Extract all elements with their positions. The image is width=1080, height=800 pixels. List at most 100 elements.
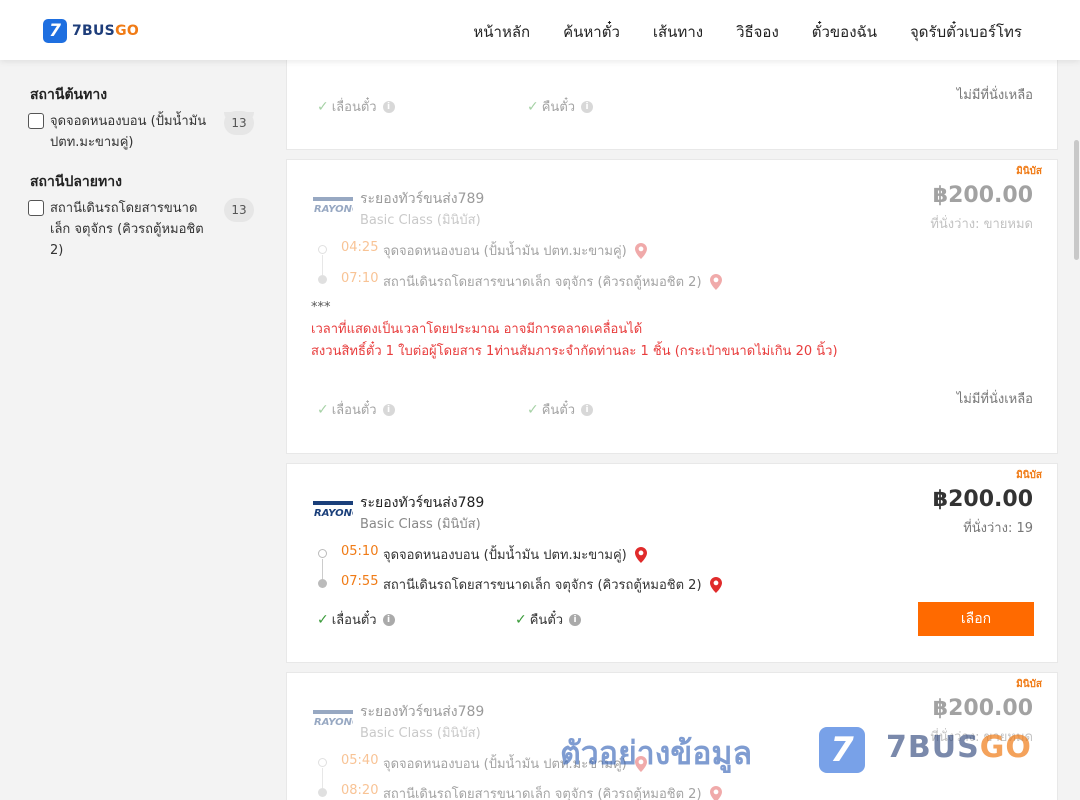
route-line bbox=[322, 768, 323, 788]
check-icon: ✓ bbox=[317, 611, 329, 628]
arrive-stop: สถานีเดินรถโดยสารขนาดเล็ก จตุจักร (คิวรถ… bbox=[383, 783, 722, 800]
seat-availability: ที่นั่งว่าง: 19 bbox=[963, 521, 1033, 536]
minibus-badge: มินิบัส bbox=[1016, 166, 1042, 177]
select-trip-button[interactable]: เลือก bbox=[918, 602, 1034, 636]
check-icon: ✓ bbox=[317, 98, 329, 115]
trip-card: ✓ เลื่อนตั๋ว i ✓ คืนตั๋ว i ไม่มีที่นั่งเ… bbox=[286, 50, 1058, 150]
svg-text:RAYONG: RAYONG bbox=[314, 717, 353, 728]
origin-option-label[interactable]: จุดจอดหนองบอน (ปั้มน้ำมัน ปตท.มะขามคู่) bbox=[50, 111, 215, 153]
reschedule-label: เลื่อนตั๋ว bbox=[331, 100, 377, 115]
no-seat-status: ไม่มีที่นั่งเหลือ bbox=[956, 392, 1033, 407]
brand-logo[interactable]: 7 7BUSGO bbox=[43, 19, 139, 43]
operator-logo: RAYONG bbox=[313, 197, 353, 215]
arrive-dot bbox=[318, 275, 327, 284]
arrive-time: 08:20 bbox=[341, 783, 379, 798]
nav-pickup-points[interactable]: จุดรับตั๋วเบอร์โทร bbox=[910, 20, 1022, 44]
depart-dot bbox=[318, 758, 327, 767]
destination-checkbox-icon[interactable] bbox=[28, 200, 44, 216]
location-pin-icon[interactable] bbox=[634, 546, 647, 563]
logo-badge-icon: 7 bbox=[43, 19, 67, 43]
info-icon[interactable]: i bbox=[569, 613, 582, 626]
trip-card: มินิบัส RAYONG ระยองทัวร์ขนส่ง789 Basic … bbox=[286, 159, 1058, 454]
destination-count-badge: 13 bbox=[224, 198, 254, 222]
arrive-stop: สถานีเดินรถโดยสารขนาดเล็ก จตุจักร (คิวรถ… bbox=[383, 574, 722, 595]
seat-availability: ที่นั่งว่าง: ขายหมด bbox=[930, 217, 1033, 232]
watermark-brand: 7BUSGO bbox=[886, 730, 1032, 765]
operator-name: ระยองทัวร์ขนส่ง789 bbox=[360, 704, 485, 720]
check-icon: ✓ bbox=[515, 611, 527, 628]
top-header: 7 7BUSGO หน้าหลัก ค้นหาตั๋ว เส้นทาง วิธี… bbox=[0, 0, 1080, 60]
nav-search-ticket[interactable]: ค้นหาตั๋ว bbox=[563, 20, 620, 44]
main-nav: หน้าหลัก ค้นหาตั๋ว เส้นทาง วิธีจอง ตั๋วข… bbox=[473, 20, 1022, 44]
route-line bbox=[322, 559, 323, 579]
note-luggage-policy: สงวนสิทธิ์ตั๋ว 1 ใบต่อผู้โดยสาร 1ท่านสัม… bbox=[311, 344, 838, 359]
trip-card: มินิบัส RAYONG ระยองทัวร์ขนส่ง789 Basic … bbox=[286, 463, 1058, 663]
info-icon[interactable]: i bbox=[382, 403, 395, 416]
nav-home[interactable]: หน้าหลัก bbox=[473, 20, 530, 44]
arrive-dot bbox=[318, 579, 327, 588]
ticket-price: ฿200.00 bbox=[932, 487, 1033, 512]
depart-time: 05:40 bbox=[341, 753, 379, 768]
check-icon: ✓ bbox=[317, 401, 329, 418]
ticket-price: ฿200.00 bbox=[932, 183, 1033, 208]
bus-class: Basic Class (มินิบัส) bbox=[360, 726, 481, 741]
svg-text:RAYONG: RAYONG bbox=[314, 508, 353, 519]
ticket-price: ฿200.00 bbox=[932, 696, 1033, 721]
sample-watermark-text: ตัวอย่างข้อมูล bbox=[560, 734, 753, 772]
filter-sidebar: สถานีต้นทาง จุดจอดหนองบอน (ปั้มน้ำมัน ปต… bbox=[0, 60, 262, 800]
operator-logo: RAYONG bbox=[313, 710, 353, 728]
watermark-logo-icon: 7 bbox=[819, 727, 865, 773]
depart-stop: จุดจอดหนองบอน (ปั้มน้ำมัน ปตท.มะขามคู่) bbox=[383, 240, 647, 261]
reschedule-label: เลื่อนตั๋ว bbox=[331, 613, 377, 628]
info-icon[interactable]: i bbox=[382, 613, 395, 626]
route-line bbox=[322, 255, 323, 275]
location-pin-icon[interactable] bbox=[709, 576, 722, 593]
refund-feature: ✓ คืนตั๋ว i bbox=[515, 609, 582, 630]
arrive-time: 07:55 bbox=[341, 574, 379, 589]
svg-text:RAYONG: RAYONG bbox=[314, 204, 353, 215]
bus-class: Basic Class (มินิบัส) bbox=[360, 517, 481, 532]
reschedule-feature: ✓ เลื่อนตั๋ว i bbox=[317, 399, 395, 420]
nav-how-to-book[interactable]: วิธีจอง bbox=[736, 20, 779, 44]
no-seat-status: ไม่มีที่นั่งเหลือ bbox=[956, 88, 1033, 103]
origin-checkbox-icon[interactable] bbox=[28, 113, 44, 129]
location-pin-icon[interactable] bbox=[709, 785, 722, 800]
depart-stop: จุดจอดหนองบอน (ปั้มน้ำมัน ปตท.มะขามคู่) bbox=[383, 544, 647, 565]
nav-my-tickets[interactable]: ตั๋วของฉัน bbox=[812, 20, 877, 44]
info-icon[interactable]: i bbox=[581, 403, 594, 416]
destination-option-label[interactable]: สถานีเดินรถโดยสารขนาดเล็ก จตุจักร (คิวรถ… bbox=[50, 198, 215, 261]
refund-feature: ✓ คืนตั๋ว i bbox=[527, 96, 594, 117]
check-icon: ✓ bbox=[527, 401, 539, 418]
reschedule-feature: ✓ เลื่อนตั๋ว i bbox=[317, 609, 395, 630]
origin-count-badge: 13 bbox=[224, 111, 254, 135]
nav-routes[interactable]: เส้นทาง bbox=[653, 20, 703, 44]
origin-filter-title: สถานีต้นทาง bbox=[30, 87, 108, 103]
check-icon: ✓ bbox=[527, 98, 539, 115]
destination-filter-title: สถานีปลายทาง bbox=[30, 174, 122, 190]
depart-time: 04:25 bbox=[341, 240, 379, 255]
minibus-badge: มินิบัส bbox=[1016, 470, 1042, 481]
arrive-dot bbox=[318, 788, 327, 797]
bus-class: Basic Class (มินิบัส) bbox=[360, 213, 481, 228]
note-stars: *** bbox=[311, 300, 331, 315]
refund-label: คืนตั๋ว bbox=[529, 613, 564, 628]
logo-text: 7BUSGO bbox=[72, 23, 140, 39]
minibus-badge: มินิบัส bbox=[1016, 679, 1042, 690]
info-icon[interactable]: i bbox=[382, 100, 395, 113]
location-pin-icon[interactable] bbox=[709, 273, 722, 290]
refund-label: คืนตั๋ว bbox=[541, 100, 576, 115]
info-icon[interactable]: i bbox=[581, 100, 594, 113]
location-pin-icon[interactable] bbox=[634, 242, 647, 259]
note-time-estimate: เวลาที่แสดงเป็นเวลาโดยประมาณ อาจมีการคลา… bbox=[311, 322, 643, 337]
depart-dot bbox=[318, 245, 327, 254]
operator-logo: RAYONG bbox=[313, 501, 353, 519]
operator-name: ระยองทัวร์ขนส่ง789 bbox=[360, 495, 485, 511]
reschedule-label: เลื่อนตั๋ว bbox=[331, 403, 377, 418]
arrive-stop: สถานีเดินรถโดยสารขนาดเล็ก จตุจักร (คิวรถ… bbox=[383, 271, 722, 292]
trip-notes: *** เวลาที่แสดงเป็นเวลาโดยประมาณ อาจมีกา… bbox=[311, 297, 838, 363]
depart-time: 05:10 bbox=[341, 544, 379, 559]
depart-dot bbox=[318, 549, 327, 558]
scrollbar-thumb[interactable] bbox=[1074, 140, 1079, 260]
refund-feature: ✓ คืนตั๋ว i bbox=[527, 399, 594, 420]
reschedule-feature: ✓ เลื่อนตั๋ว i bbox=[317, 96, 395, 117]
